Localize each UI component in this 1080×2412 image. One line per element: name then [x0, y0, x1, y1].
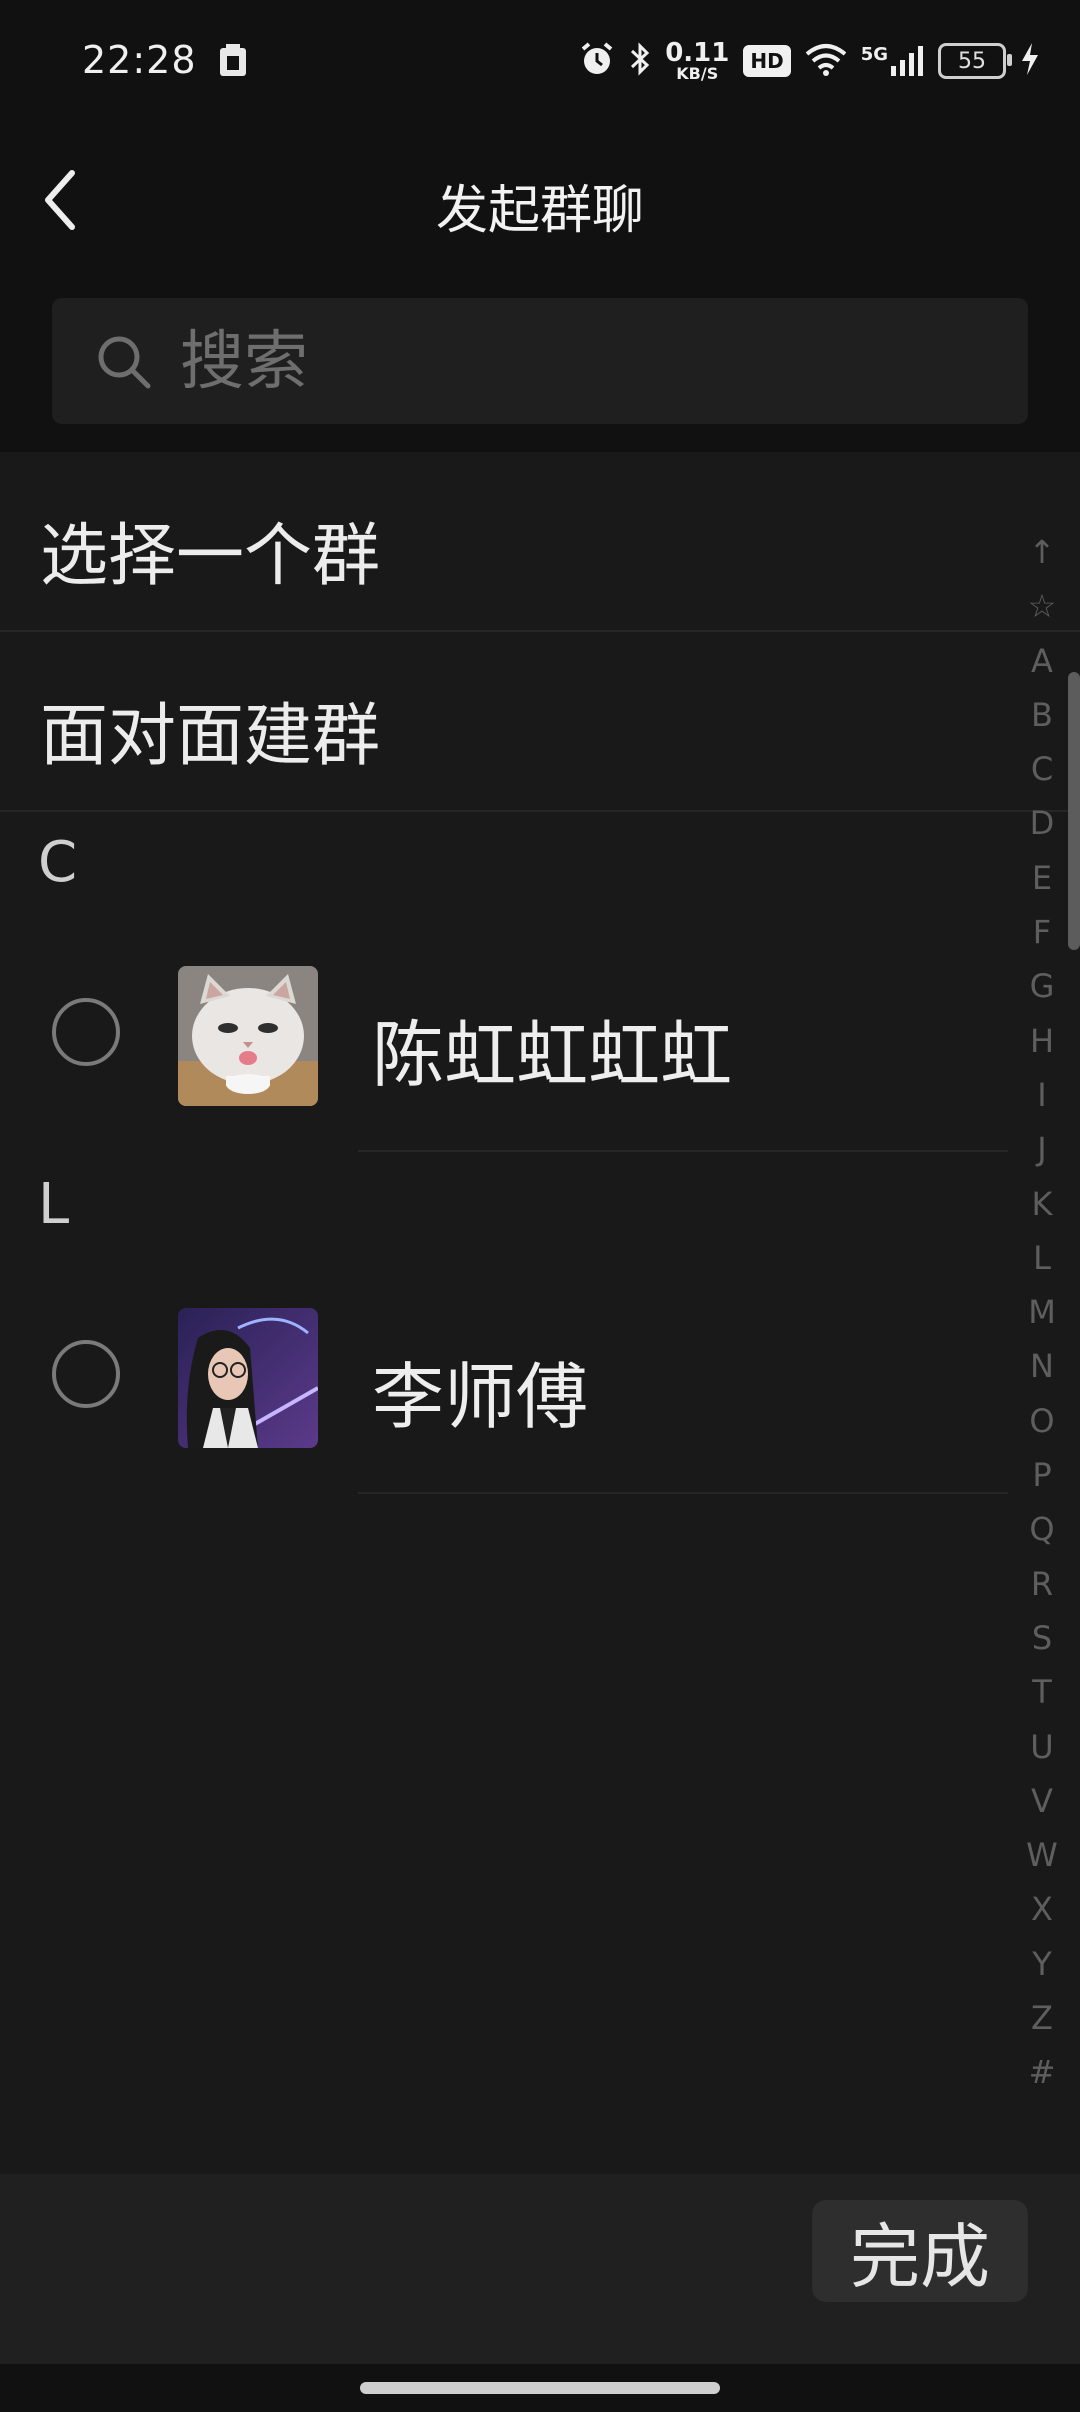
cat-photo-avatar: [178, 966, 318, 1106]
index-item[interactable]: P: [1020, 1448, 1064, 1502]
index-item[interactable]: S: [1020, 1611, 1064, 1665]
index-item[interactable]: U: [1020, 1720, 1064, 1774]
nav-header: 发起群聊: [0, 120, 1080, 280]
select-group-label: 选择一个群: [40, 517, 381, 596]
select-radio[interactable]: [52, 998, 120, 1066]
index-item[interactable]: #: [1020, 2045, 1064, 2099]
contact-row[interactable]: 陈虹虹虹虹: [0, 936, 1010, 1132]
index-item[interactable]: J: [1020, 1122, 1064, 1176]
search-icon: [96, 334, 152, 390]
index-item[interactable]: Y: [1020, 1937, 1064, 1991]
bottom-action-bar: 完成: [0, 2174, 1080, 2364]
index-item[interactable]: ☆: [1020, 579, 1064, 633]
index-item[interactable]: G: [1020, 959, 1064, 1013]
contact-row[interactable]: 李师傅: [0, 1278, 1010, 1474]
battery-indicator: 55: [938, 43, 1012, 79]
done-button[interactable]: 完成: [812, 2200, 1028, 2302]
search-box[interactable]: [52, 298, 1028, 424]
hd-badge: HD: [743, 45, 791, 77]
index-item[interactable]: C: [1020, 742, 1064, 796]
select-group-option[interactable]: 选择一个群: [0, 452, 1080, 630]
status-icons: 0.11 KB/S HD 5G 55: [579, 36, 1040, 86]
index-item[interactable]: ↑: [1020, 525, 1064, 579]
signal-icon: 5G: [861, 44, 924, 78]
scrollbar[interactable]: [1068, 672, 1080, 950]
search-input[interactable]: [178, 320, 982, 404]
contact-name: 陈虹虹虹虹: [372, 1013, 733, 1097]
index-item[interactable]: A: [1020, 634, 1064, 688]
divider: [358, 1150, 1008, 1152]
index-item[interactable]: T: [1020, 1665, 1064, 1719]
wifi-icon: [805, 42, 847, 80]
section-header-l: L: [38, 1172, 70, 1237]
net-speed-unit: KB/S: [676, 64, 719, 83]
divider: [358, 1492, 1008, 1494]
face-to-face-group-label: 面对面建群: [40, 697, 381, 776]
face-to-face-group-option[interactable]: 面对面建群: [0, 632, 1080, 810]
net-speed-value: 0.11: [665, 38, 730, 68]
home-indicator[interactable]: [360, 2382, 720, 2394]
index-item[interactable]: Z: [1020, 1991, 1064, 2045]
index-item[interactable]: D: [1020, 796, 1064, 850]
index-item[interactable]: R: [1020, 1557, 1064, 1611]
page-title: 发起群聊: [435, 181, 644, 241]
charging-icon: [1020, 42, 1040, 80]
index-item[interactable]: F: [1020, 905, 1064, 959]
index-item[interactable]: H: [1020, 1014, 1064, 1068]
index-item[interactable]: M: [1020, 1285, 1064, 1339]
index-item[interactable]: B: [1020, 688, 1064, 742]
status-bar: 22:28 0.11 KB/S HD 5G 55: [0, 0, 1080, 120]
index-item[interactable]: L: [1020, 1231, 1064, 1285]
alarm-icon: [579, 41, 615, 81]
alphabet-index-bar[interactable]: ↑ ☆ A B C D E F G H I J K L M N O P Q R …: [1020, 525, 1064, 2100]
index-item[interactable]: W: [1020, 1828, 1064, 1882]
index-item[interactable]: N: [1020, 1339, 1064, 1393]
app-notification-icon: [218, 44, 248, 78]
contact-list: 选择一个群 面对面建群 C 陈虹虹虹虹 L 李师傅: [0, 452, 1080, 2174]
index-item[interactable]: V: [1020, 1774, 1064, 1828]
contact-name: 李师傅: [372, 1355, 589, 1439]
select-radio[interactable]: [52, 1340, 120, 1408]
index-item[interactable]: K: [1020, 1177, 1064, 1231]
index-item[interactable]: O: [1020, 1394, 1064, 1448]
index-item[interactable]: Q: [1020, 1502, 1064, 1556]
index-item[interactable]: I: [1020, 1068, 1064, 1122]
system-nav-bar: [0, 2364, 1080, 2412]
bluetooth-icon: [629, 41, 651, 81]
network-type: 5G: [860, 44, 888, 65]
divider: [0, 810, 1080, 812]
status-time: 22:28: [82, 38, 197, 82]
section-header-c: C: [38, 830, 78, 895]
index-item[interactable]: X: [1020, 1882, 1064, 1936]
net-speed: 0.11 KB/S: [665, 40, 729, 82]
index-item[interactable]: E: [1020, 851, 1064, 905]
girl-photo-avatar: [178, 1308, 318, 1448]
